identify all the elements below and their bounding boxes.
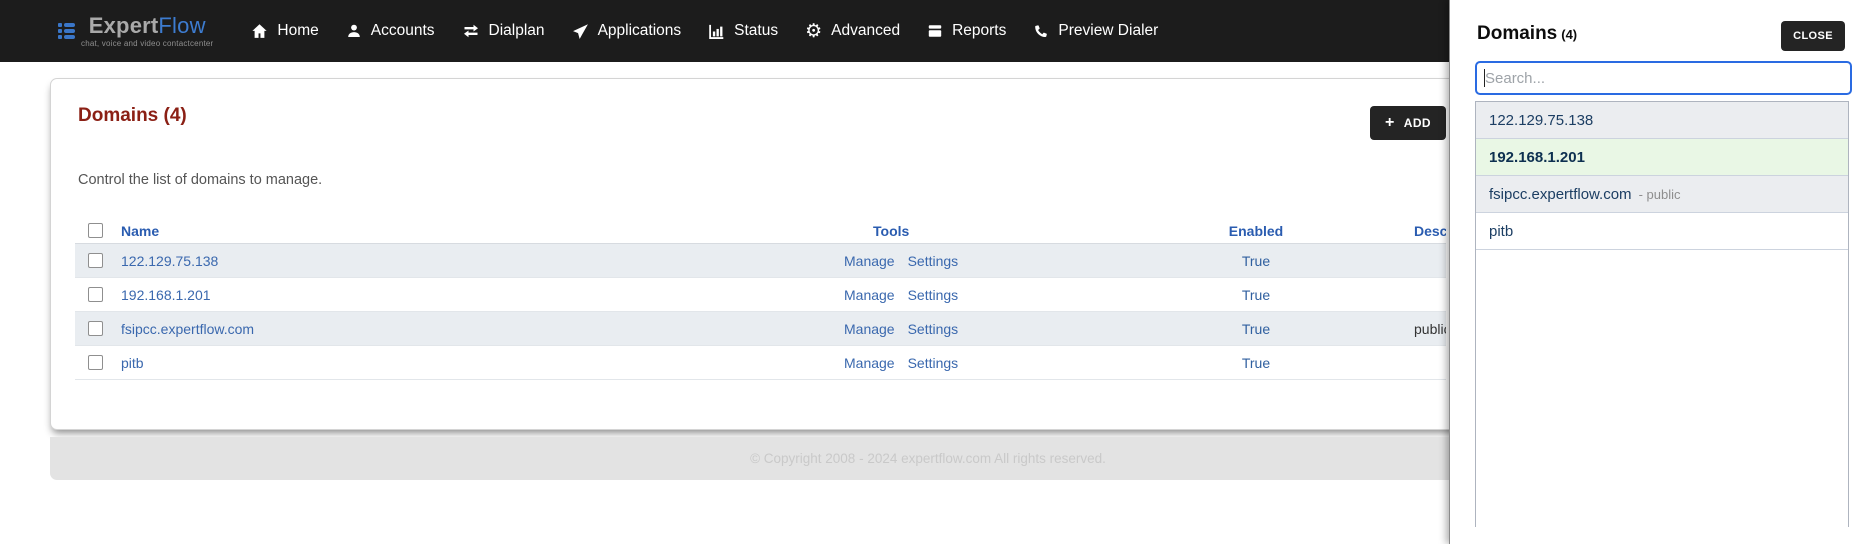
settings-link[interactable]: Settings bbox=[908, 253, 959, 269]
panel-title: Domains bbox=[1477, 23, 1558, 44]
enabled-value: True bbox=[1241, 354, 1271, 371]
enabled-value: True bbox=[1241, 320, 1271, 337]
panel-count: (4) bbox=[1561, 27, 1578, 42]
add-button[interactable]: + ADD bbox=[1370, 106, 1446, 140]
text-caret bbox=[1484, 69, 1485, 87]
brand-name: ExpertFlow bbox=[88, 12, 206, 38]
nav-item-applications[interactable]: Applications bbox=[572, 22, 681, 40]
manage-link[interactable]: Manage bbox=[844, 355, 895, 371]
plus-icon: + bbox=[1385, 114, 1395, 131]
brand-logo[interactable]: ExpertFlow chat, voice and video contact… bbox=[58, 12, 214, 48]
bar-chart-icon bbox=[708, 23, 725, 40]
enabled-value: True bbox=[1241, 286, 1271, 303]
brand-tagline: chat, voice and video contactcenter bbox=[81, 38, 214, 48]
nav-item-status[interactable]: Status bbox=[708, 22, 778, 40]
domain-name-link[interactable]: 192.168.1.201 bbox=[121, 287, 211, 303]
nav-item-advanced[interactable]: ⚙ Advanced bbox=[805, 20, 900, 42]
select-all-checkbox[interactable] bbox=[88, 223, 103, 238]
domain-list: 122.129.75.138 192.168.1.201 fsipcc.expe… bbox=[1475, 101, 1849, 527]
row-checkbox[interactable] bbox=[88, 287, 103, 302]
page-subtitle: Control the list of domains to manage. bbox=[78, 172, 323, 188]
domains-table: Name Tools Enabled Description 122.129.7… bbox=[75, 218, 1446, 380]
manage-link[interactable]: Manage bbox=[844, 287, 895, 303]
domain-name-link[interactable]: pitb bbox=[121, 355, 144, 371]
gear-icon: ⚙ bbox=[805, 20, 823, 42]
column-header-tools[interactable]: Tools bbox=[873, 223, 909, 239]
row-checkbox[interactable] bbox=[88, 321, 103, 336]
paper-plane-icon bbox=[572, 23, 589, 40]
nav-menu: Home Accounts Dialplan Applications Stat… bbox=[251, 20, 1158, 42]
table-row: 122.129.75.138 Manage Settings True bbox=[75, 244, 1446, 278]
phone-icon bbox=[1033, 23, 1049, 39]
nav-item-home[interactable]: Home bbox=[251, 22, 319, 40]
domains-card: Domains (4) + ADD Control the list of dom… bbox=[50, 78, 1461, 430]
page-title: Domains (4) bbox=[78, 105, 187, 126]
column-header-description[interactable]: Description bbox=[1414, 223, 1446, 239]
close-button[interactable]: CLOSE bbox=[1781, 21, 1845, 51]
manage-link[interactable]: Manage bbox=[844, 253, 895, 269]
nav-item-accounts[interactable]: Accounts bbox=[346, 22, 435, 40]
list-item-note: - public bbox=[1638, 186, 1681, 202]
table-row: pitb Manage Settings True bbox=[75, 346, 1446, 380]
enabled-value: True bbox=[1241, 252, 1271, 269]
row-checkbox[interactable] bbox=[88, 253, 103, 268]
column-header-name[interactable]: Name bbox=[121, 223, 159, 239]
list-item[interactable]: fsipcc.expertflow.com - public bbox=[1476, 176, 1848, 213]
nav-item-dialplan[interactable]: Dialplan bbox=[462, 22, 545, 40]
settings-link[interactable]: Settings bbox=[908, 287, 959, 303]
manage-link[interactable]: Manage bbox=[844, 321, 895, 337]
domains-panel-header: Domains (4) CLOSE bbox=[1450, 0, 1856, 51]
domain-name-link[interactable]: fsipcc.expertflow.com bbox=[121, 321, 254, 337]
table-header-row: Name Tools Enabled Description bbox=[75, 218, 1446, 244]
swap-arrows-icon bbox=[462, 23, 480, 39]
table-row: 192.168.1.201 Manage Settings True bbox=[75, 278, 1446, 312]
list-item[interactable]: 122.129.75.138 bbox=[1476, 102, 1848, 139]
domain-name-link[interactable]: 122.129.75.138 bbox=[121, 253, 218, 269]
settings-link[interactable]: Settings bbox=[908, 355, 959, 371]
search-wrap bbox=[1475, 61, 1852, 95]
description-value: public bbox=[1414, 320, 1446, 337]
list-item[interactable]: pitb bbox=[1476, 213, 1848, 250]
nav-item-reports[interactable]: Reports bbox=[927, 22, 1006, 40]
column-header-enabled[interactable]: Enabled bbox=[1229, 223, 1283, 239]
brand-logo-icon bbox=[58, 23, 75, 39]
row-checkbox[interactable] bbox=[88, 355, 103, 370]
list-item-selected[interactable]: 192.168.1.201 bbox=[1476, 139, 1848, 176]
copyright-text: © Copyright 2008 - 2024 expertflow.com A… bbox=[750, 451, 1106, 466]
settings-link[interactable]: Settings bbox=[908, 321, 959, 337]
book-icon bbox=[927, 23, 943, 39]
domains-panel: Domains(4) CLOSE 122.129.75.138 192.168.… bbox=[1449, 0, 1856, 544]
home-icon bbox=[251, 23, 268, 40]
table-row: fsipcc.expertflow.com Manage Settings Tru… bbox=[75, 312, 1446, 346]
person-icon bbox=[346, 23, 362, 39]
nav-item-preview-dialer[interactable]: Preview Dialer bbox=[1033, 22, 1158, 40]
search-input[interactable] bbox=[1475, 61, 1852, 95]
